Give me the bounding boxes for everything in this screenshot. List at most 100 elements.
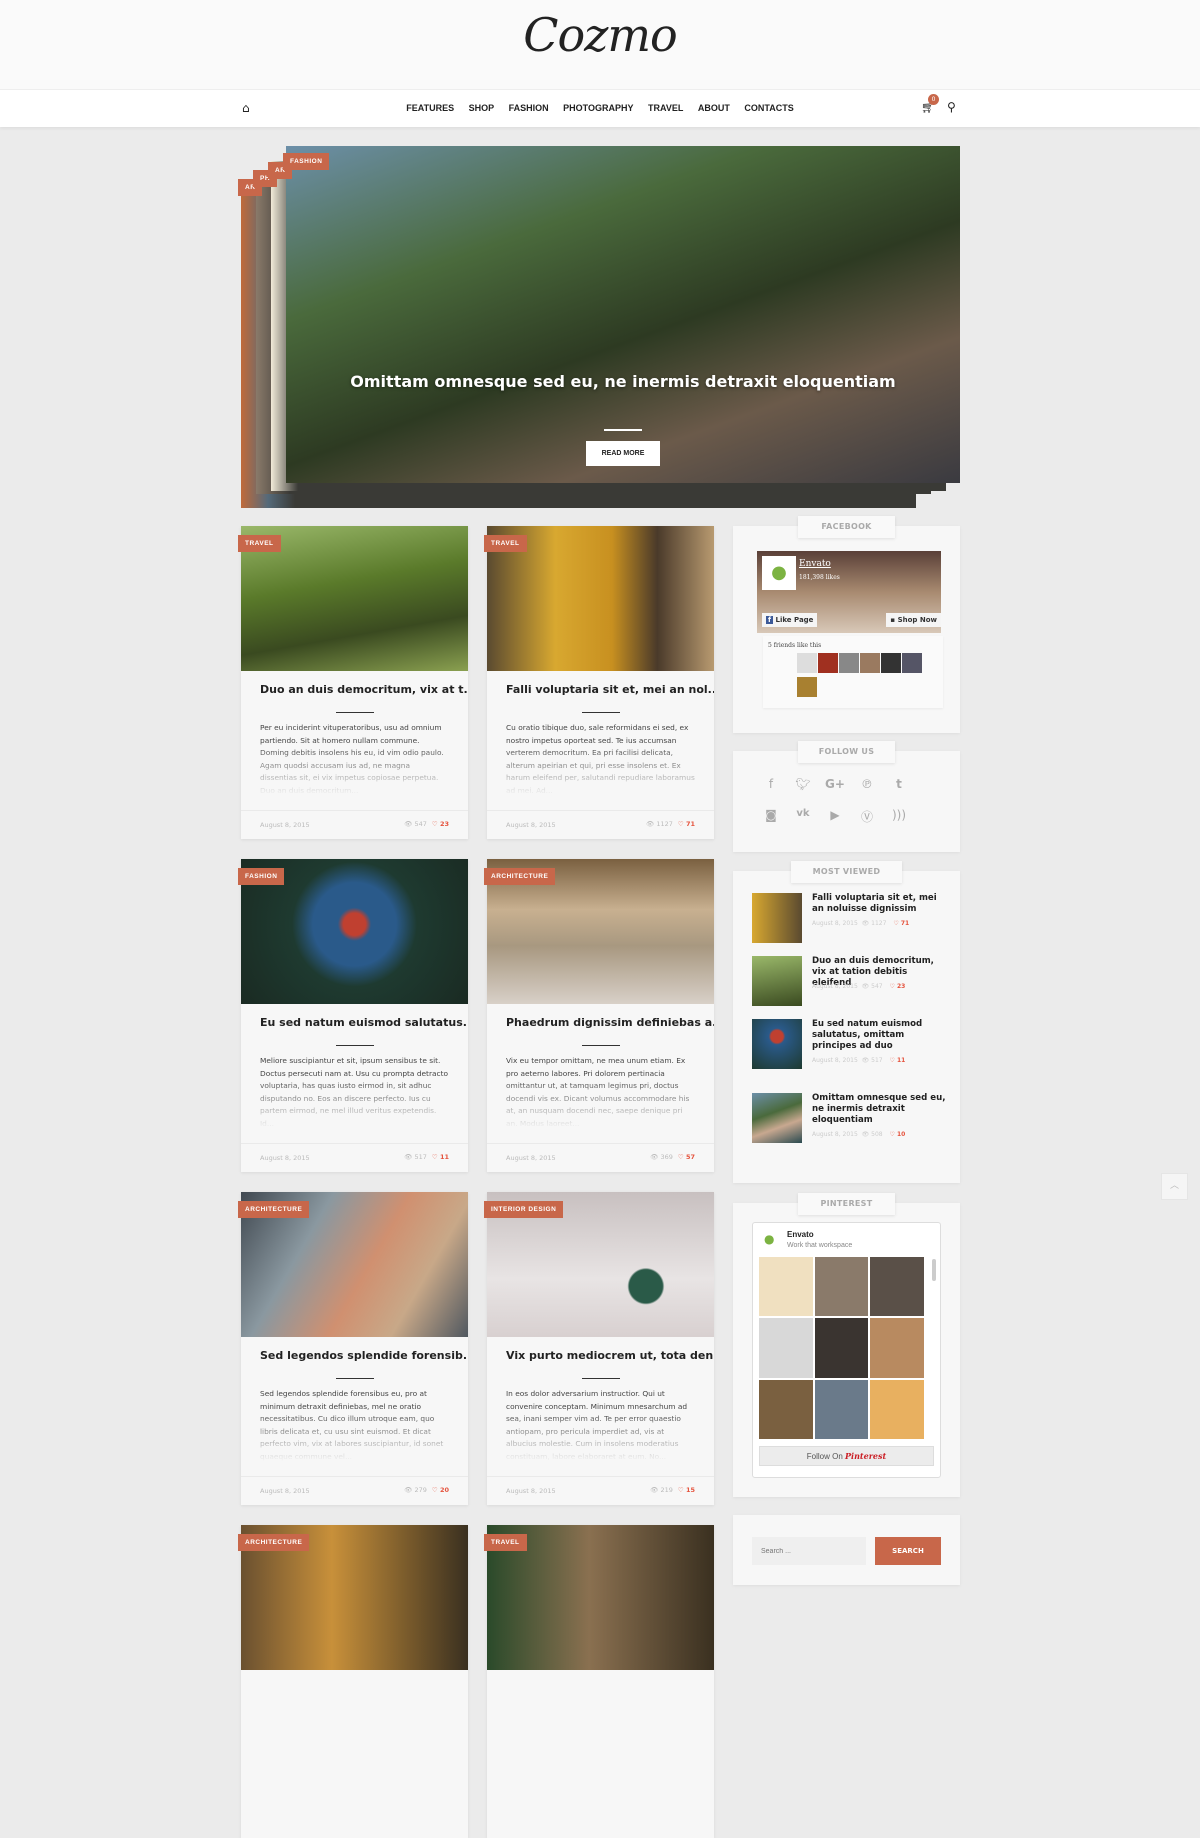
- facebook-widget: FACEBOOK ● Envato 181,398 likes f Like P…: [733, 516, 960, 733]
- logo[interactable]: Cozmo: [0, 8, 1200, 62]
- instagram-icon[interactable]: ◙: [761, 808, 781, 822]
- view-count: 219: [660, 1486, 673, 1494]
- post-title[interactable]: Eu sed natum euismod salutatus...: [241, 1004, 468, 1034]
- menu: FEATURES SHOP FASHION PHOTOGRAPHY TRAVEL…: [0, 103, 1200, 113]
- nav-photography[interactable]: PHOTOGRAPHY: [563, 103, 633, 113]
- twitter-icon[interactable]: 🐦︎: [793, 777, 813, 791]
- post-title[interactable]: Sed legendos splendide forensib...: [241, 1337, 468, 1367]
- vk-icon[interactable]: vk: [793, 808, 813, 819]
- like-button[interactable]: ♡ 57: [678, 1153, 695, 1161]
- view-count: 1127: [656, 820, 673, 828]
- category-tag[interactable]: FASHION: [238, 868, 285, 885]
- search-icon[interactable]: ⚲: [947, 100, 956, 114]
- youtube-icon[interactable]: ▶: [825, 808, 845, 822]
- category-tag[interactable]: TRAVEL: [238, 535, 281, 552]
- pin-grid: [759, 1257, 924, 1439]
- board-subtitle: Work that workspace: [787, 1242, 853, 1249]
- rss-icon[interactable]: ))): [889, 808, 909, 822]
- scroll-to-top-button[interactable]: ︿: [1161, 1173, 1188, 1200]
- nav-fashion[interactable]: FASHION: [509, 103, 549, 113]
- cart-count-badge: 0: [928, 94, 939, 105]
- post-date: August 8, 2015: [260, 1154, 310, 1162]
- post-card: ARCHITECTURE: [238, 1525, 468, 1838]
- widget-title: MOST VIEWED: [791, 861, 902, 883]
- friends-text: 5 friends like this: [768, 642, 822, 649]
- post-card: TRAVEL Falli voluptaria sit et, mei an n…: [484, 526, 714, 839]
- envato-logo-icon: ●: [762, 556, 796, 590]
- like-button[interactable]: ♡ 15: [678, 1486, 695, 1494]
- main-nav: ⌂ FEATURES SHOP FASHION PHOTOGRAPHY TRAV…: [0, 89, 1200, 127]
- like-button[interactable]: ♡ 71: [678, 820, 695, 828]
- facebook-icon[interactable]: f: [761, 777, 781, 791]
- friends-box: 5 friends like this: [763, 636, 943, 708]
- nav-travel[interactable]: TRAVEL: [648, 103, 683, 113]
- category-tag[interactable]: ARCHITECTURE: [484, 868, 556, 885]
- post-title[interactable]: Phaedrum dignissim definiebas a...: [487, 1004, 714, 1034]
- post-title[interactable]: Vix purto mediocrem ut, tota den..: [487, 1337, 714, 1367]
- vimeo-icon[interactable]: Ⓥ: [857, 808, 877, 825]
- post-card: TRAVEL: [484, 1525, 714, 1838]
- views-icon: 👁︎: [650, 1486, 661, 1494]
- like-button[interactable]: ♡ 23: [432, 820, 449, 828]
- views-icon: 👁︎: [650, 1153, 661, 1161]
- hero-title[interactable]: Omittam omnesque sed eu, ne inermis detr…: [286, 370, 960, 394]
- page-name[interactable]: Envato: [799, 559, 831, 569]
- post-date: August 8, 2015: [260, 821, 310, 829]
- hero-image[interactable]: [286, 146, 960, 483]
- facebook-cover[interactable]: ● Envato 181,398 likes f Like Page ▪ Sho…: [757, 551, 941, 633]
- read-more-button[interactable]: READ MORE: [586, 441, 660, 466]
- pinterest-board[interactable]: ● Envato Work that workspace Follow On P…: [752, 1222, 941, 1478]
- category-tag[interactable]: ARCHITECTURE: [238, 1534, 310, 1551]
- pinterest-icon[interactable]: ℗: [857, 777, 877, 791]
- post-date: August 8, 2015: [260, 1487, 310, 1495]
- post-title[interactable]: Duo an duis democritum, vix at t...: [241, 671, 468, 701]
- like-button[interactable]: ♡ 20: [432, 1486, 449, 1494]
- like-button[interactable]: ♡ 11: [432, 1153, 449, 1161]
- likes-count: 181,398 likes: [799, 574, 840, 581]
- category-tag[interactable]: TRAVEL: [484, 1534, 527, 1551]
- views-icon: 👁︎: [404, 1153, 415, 1161]
- views-icon: 👁︎: [404, 820, 415, 828]
- post-card: INTERIOR DESIGN Vix purto mediocrem ut, …: [484, 1192, 714, 1505]
- category-tag[interactable]: ARCHITECTURE: [238, 1201, 310, 1218]
- like-page-button[interactable]: f Like Page: [762, 613, 818, 627]
- post-excerpt: Cu oratio tibique duo, sale reformidans …: [506, 723, 695, 795]
- view-count: 279: [414, 1486, 427, 1494]
- view-count: 369: [660, 1153, 673, 1161]
- views-icon: 👁︎: [404, 1486, 415, 1494]
- widget-title: PINTEREST: [798, 1193, 895, 1215]
- follow-us-widget: FOLLOW US f 🐦︎ G+ ℗ t ◙ vk ▶ Ⓥ ))): [733, 741, 960, 852]
- search-input[interactable]: [752, 1537, 866, 1565]
- category-tag[interactable]: INTERIOR DESIGN: [484, 1201, 564, 1218]
- widget-title: FOLLOW US: [798, 741, 895, 763]
- shop-now-button[interactable]: ▪ Shop Now: [886, 613, 941, 627]
- post-card: ARCHITECTURE Sed legendos splendide fore…: [238, 1192, 468, 1505]
- category-tag[interactable]: FASHION: [283, 153, 330, 170]
- most-viewed-widget: MOST VIEWED Falli voluptaria sit et, mei…: [733, 861, 960, 1183]
- widget-title: FACEBOOK: [798, 516, 895, 538]
- follow-on-pinterest-button[interactable]: Follow On Pinterest: [759, 1446, 934, 1466]
- nav-about[interactable]: ABOUT: [698, 103, 730, 113]
- view-count: 517: [414, 1153, 427, 1161]
- category-tag[interactable]: TRAVEL: [484, 535, 527, 552]
- google-plus-icon[interactable]: G+: [825, 777, 845, 791]
- post-title[interactable]: Falli voluptaria sit et, mei an nol...: [487, 671, 714, 701]
- post-date: August 8, 2015: [506, 821, 556, 829]
- tumblr-icon[interactable]: t: [889, 777, 909, 791]
- post-excerpt: Meliore suscipiantur et sit, ipsum sensi…: [260, 1056, 448, 1128]
- views-icon: 👁︎: [645, 820, 657, 828]
- post-date: August 8, 2015: [506, 1154, 556, 1162]
- envato-logo-icon: ●: [764, 1232, 775, 1246]
- friend-avatars: [797, 653, 927, 701]
- search-widget: SEARCH: [733, 1515, 960, 1585]
- nav-features[interactable]: FEATURES: [406, 103, 454, 113]
- view-count: 547: [414, 820, 427, 828]
- scrollbar[interactable]: [932, 1259, 936, 1281]
- post-excerpt: Vix eu tempor omittam, ne mea unum etiam…: [506, 1056, 690, 1128]
- search-button[interactable]: SEARCH: [875, 1537, 941, 1565]
- nav-shop[interactable]: SHOP: [469, 103, 495, 113]
- post-excerpt: In eos dolor adversarium instructior. Qu…: [506, 1389, 688, 1461]
- post-date: August 8, 2015: [506, 1487, 556, 1495]
- post-excerpt: Sed legendos splendide forensibus eu, pr…: [260, 1389, 444, 1461]
- nav-contacts[interactable]: CONTACTS: [744, 103, 793, 113]
